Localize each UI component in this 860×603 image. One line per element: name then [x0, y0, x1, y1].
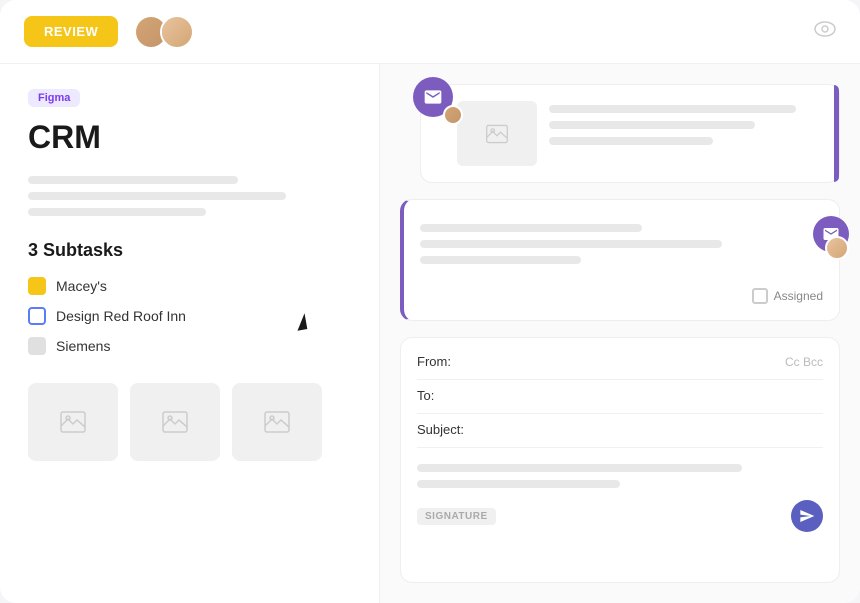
email-card-1[interactable] [420, 84, 840, 183]
compose-footer: SIGNATURE [417, 500, 823, 532]
review-button[interactable]: REVIEW [24, 16, 118, 47]
compose-to-row: To: [417, 388, 823, 403]
thumbnail-1[interactable] [28, 383, 118, 461]
compose-divider-3 [417, 447, 823, 448]
blue-icon [28, 307, 46, 325]
thumbnail-2[interactable] [130, 383, 220, 461]
list-item[interactable]: Design Red Roof Inn [28, 307, 351, 325]
border-accent-1 [834, 85, 839, 182]
to-label: To: [417, 388, 434, 403]
email-line [420, 256, 581, 264]
subtask-name: Macey's [56, 278, 107, 294]
eye-icon[interactable] [814, 21, 836, 42]
page-title: CRM [28, 119, 351, 156]
body-line [417, 480, 620, 488]
thumbnails-row [28, 383, 351, 461]
app-container: REVIEW Figma CRM 3 [0, 0, 860, 603]
avatar-2 [160, 15, 194, 49]
figma-badge: Figma [28, 89, 80, 107]
email-line [549, 121, 755, 129]
description-lines [28, 176, 351, 216]
assigned-checkbox[interactable] [752, 288, 768, 304]
assigned-row: Assigned [420, 288, 823, 304]
subject-label: Subject: [417, 422, 464, 437]
desc-line-1 [28, 176, 238, 184]
email-compose[interactable]: From: Cc Bcc To: Subject: SIGNATURE [400, 337, 840, 583]
subtasks-title: 3 Subtasks [28, 240, 351, 261]
yellow-icon [28, 277, 46, 295]
right-panel: Assigned From: Cc Bcc To: [380, 64, 860, 603]
compose-divider-2 [417, 413, 823, 414]
send-button[interactable] [791, 500, 823, 532]
main-content: Figma CRM 3 Subtasks Macey's Design Red … [0, 64, 860, 603]
email-user-avatar-1 [443, 105, 463, 125]
left-panel: Figma CRM 3 Subtasks Macey's Design Red … [0, 64, 380, 603]
body-line [417, 464, 742, 472]
compose-body-lines [417, 464, 823, 488]
email-lines-2 [420, 216, 823, 280]
cc-label: Cc Bcc [785, 355, 823, 369]
email-lines-1 [549, 101, 823, 153]
compose-from-row: From: Cc Bcc [417, 354, 823, 369]
signature-badge: SIGNATURE [417, 508, 496, 525]
email-line [549, 105, 796, 113]
email-line [420, 240, 722, 248]
desc-line-2 [28, 192, 286, 200]
list-item[interactable]: Macey's [28, 277, 351, 295]
desc-line-3 [28, 208, 206, 216]
compose-divider-1 [417, 379, 823, 380]
list-item[interactable]: Siemens [28, 337, 351, 355]
from-label: From: [417, 354, 451, 369]
subtask-name: Design Red Roof Inn [56, 308, 186, 324]
subtask-list: Macey's Design Red Roof Inn Siemens [28, 277, 351, 355]
email-line [420, 224, 642, 232]
email-line [549, 137, 713, 145]
avatar-image-2 [162, 17, 192, 47]
subtask-name: Siemens [56, 338, 110, 354]
compose-subject-row: Subject: [417, 422, 823, 437]
assigned-label: Assigned [774, 289, 823, 303]
email-user-avatar-2 [825, 236, 849, 260]
email-card-2[interactable]: Assigned [400, 199, 840, 321]
grey-icon [28, 337, 46, 355]
email-card-inner-1 [457, 101, 823, 166]
avatar-group [134, 15, 194, 49]
email-thumbnail-1 [457, 101, 537, 166]
header: REVIEW [0, 0, 860, 64]
thumbnail-3[interactable] [232, 383, 322, 461]
